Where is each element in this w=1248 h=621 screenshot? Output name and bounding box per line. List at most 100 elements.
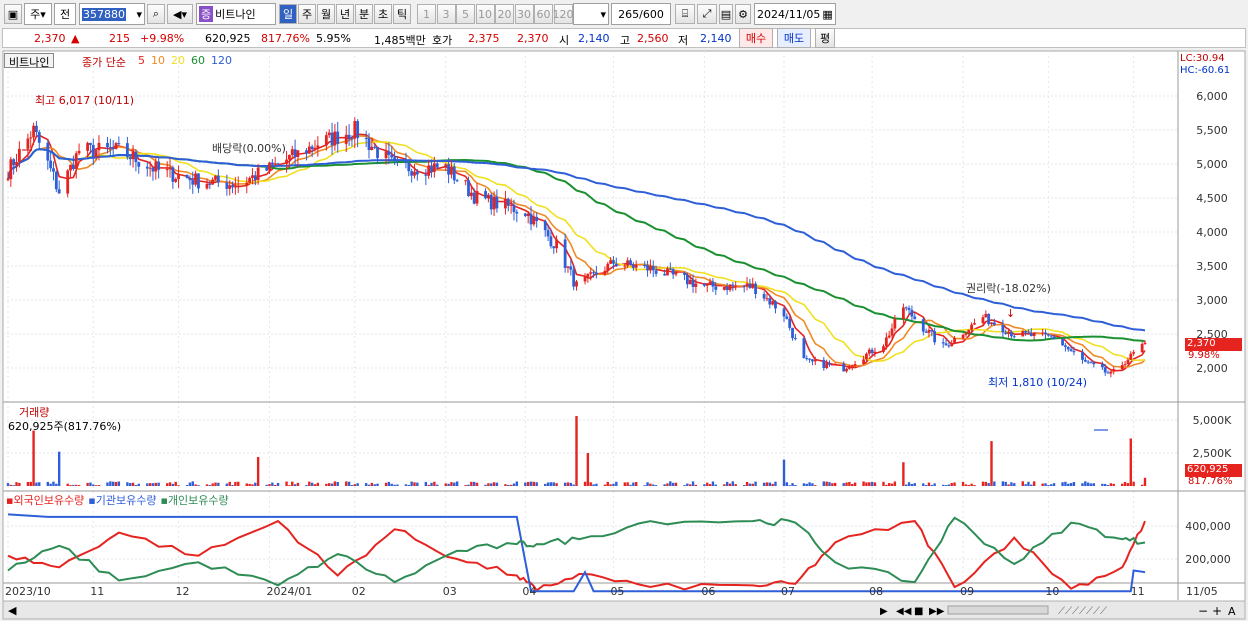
volume-bar [981, 481, 985, 486]
price-panel-title[interactable]: 비트나인 [4, 53, 55, 69]
volume-bar [484, 484, 487, 486]
candle-body [808, 358, 811, 360]
stop-icon[interactable]: ■ [914, 606, 923, 617]
volume-bar [1047, 485, 1050, 486]
period-button-1[interactable]: 주 [298, 4, 316, 24]
forward-icon[interactable]: ▶▶ [929, 606, 945, 617]
minute-button-60[interactable]: 60 [534, 4, 553, 24]
stock-name-field[interactable]: 증 비트나인 [196, 3, 276, 25]
minute-button-1[interactable]: 1 [417, 4, 436, 24]
search-icon[interactable]: ⌕ [147, 4, 165, 24]
volume-bar [148, 483, 152, 486]
volume-bar [92, 484, 95, 486]
volume-bar [464, 485, 467, 486]
volume-bar [228, 481, 231, 486]
bidask-label: 호가 [432, 34, 453, 47]
volume-bar [251, 484, 254, 486]
candle-body [873, 351, 877, 354]
candle-body [583, 276, 587, 282]
minute-button-5[interactable]: 5 [456, 4, 475, 24]
prev-select[interactable]: 전 [54, 3, 76, 25]
minute-button-20[interactable]: 20 [495, 4, 514, 24]
candle-body [745, 283, 749, 287]
period-button-3[interactable]: 년 [336, 4, 354, 24]
zoom-slider[interactable] [947, 605, 1049, 615]
candle-body [833, 363, 837, 365]
period-button-4[interactable]: 분 [355, 4, 373, 24]
save-icon[interactable]: ▤ [719, 4, 733, 24]
period-button-6[interactable]: 틱 [393, 4, 411, 24]
date-field[interactable]: 2024/11/05 ▦ [754, 3, 836, 25]
ask-price: 2,375 [468, 32, 500, 45]
volume-bar [413, 482, 416, 486]
scroll-left-icon[interactable]: ◀ [8, 604, 17, 617]
candle-body [268, 162, 271, 171]
eval-button[interactable]: 평 [815, 28, 835, 48]
candle-body [1012, 336, 1016, 338]
volume-bar [75, 484, 78, 486]
period-button-5[interactable]: 초 [374, 4, 392, 24]
scroll-right-icon[interactable]: ▶ [880, 606, 888, 617]
zoom-out-icon[interactable]: − [1198, 604, 1208, 618]
volume-bar [1084, 481, 1087, 486]
volume-bar [208, 485, 212, 486]
zoom-icon[interactable]: ⤢ [697, 4, 717, 24]
minute-button-10[interactable]: 10 [475, 4, 495, 24]
stock-chart[interactable]: 2,0002,5003,0003,5004,0004,5005,0005,500… [0, 50, 1248, 621]
x-tick-label: 07 [781, 585, 795, 598]
volume-bar [177, 485, 180, 486]
speaker-icon[interactable]: ◀▾ [167, 4, 193, 24]
gear-icon[interactable]: ⚙ [735, 4, 751, 24]
volume-bar [907, 482, 911, 486]
buy-button[interactable]: 매수 [739, 28, 773, 48]
volume-bar [1030, 484, 1033, 486]
candle-body [475, 191, 479, 204]
volume-bar [927, 482, 931, 486]
minute-button-120[interactable]: 120 [553, 4, 574, 24]
candle-body [89, 142, 92, 145]
candle-body [484, 191, 487, 199]
code-input[interactable]: 357880 ▾ [79, 3, 145, 25]
rewind-icon[interactable]: ◀◀ [896, 606, 912, 617]
volume-bar [254, 482, 257, 486]
interval-select[interactable]: ▾ [573, 3, 609, 25]
zoom-in-icon[interactable]: + [1212, 604, 1222, 618]
period-button-0[interactable]: 일 [279, 4, 297, 24]
count-field[interactable]: 265/600 [611, 3, 671, 25]
volume-bar [805, 483, 808, 486]
font-size-icon[interactable]: A [1228, 605, 1236, 618]
candle-body [450, 166, 453, 175]
minute-button-3[interactable]: 3 [436, 4, 456, 24]
volume-bar [629, 484, 632, 486]
volume-bar [1109, 483, 1113, 486]
candle-body [742, 285, 746, 287]
candle-body [981, 317, 985, 324]
volume-bar [117, 481, 121, 486]
candle-body [432, 163, 436, 172]
candle-body [228, 185, 232, 189]
candle-body [671, 269, 675, 275]
high-annotation: 최고 6,017 (10/11) [35, 94, 135, 107]
volume-bar [265, 484, 268, 486]
volume-bar [947, 484, 951, 486]
candle-body [305, 150, 308, 154]
market-select[interactable]: 주 ▾ [24, 3, 52, 25]
chart-icon-button[interactable]: ▣ [4, 4, 22, 24]
period-button-2[interactable]: 월 [317, 4, 335, 24]
minute-button-30[interactable]: 30 [514, 4, 534, 24]
candle-body [830, 364, 834, 366]
candle-body [245, 182, 249, 186]
candle-body [890, 328, 894, 336]
volume-bar [316, 482, 320, 486]
drawing-tools-icon[interactable]: ⟋⟋⟋⟋⟋⟋⟋ [1058, 606, 1107, 617]
candle-icon[interactable]: ⌸ [675, 4, 695, 24]
volume-bar [785, 482, 789, 486]
candle-body [114, 143, 118, 150]
candle-body [913, 316, 917, 320]
volume-bar [467, 484, 470, 486]
candle-body [882, 346, 885, 352]
candle-body [887, 335, 891, 338]
volume-bar [782, 459, 786, 486]
sell-button[interactable]: 매도 [777, 28, 811, 48]
candle-body [853, 364, 857, 366]
